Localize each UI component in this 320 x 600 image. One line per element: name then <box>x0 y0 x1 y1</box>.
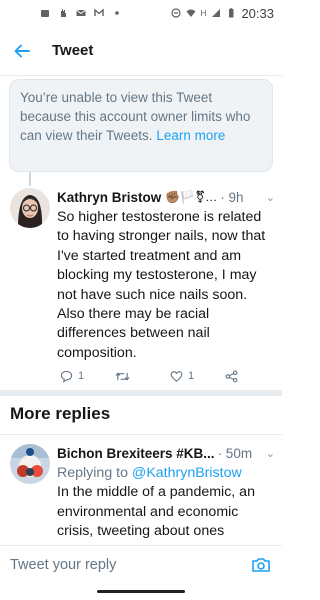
author-name[interactable]: Kathryn Bristow <box>57 190 161 205</box>
app-bar: Tweet <box>0 26 282 76</box>
signal-icon <box>212 9 221 17</box>
divider <box>0 434 282 435</box>
retweet-button[interactable] <box>115 370 135 383</box>
battery-icon <box>229 8 234 18</box>
unavailable-tweet-notice: You’re unable to view this Tweet because… <box>9 79 273 172</box>
tweet-body: Kathryn Bristow ✊🏽🏳️⚧… · 9h ⌄ So higher … <box>57 186 275 363</box>
comment-icon <box>60 370 73 383</box>
tweet-time: · 9h <box>220 189 244 205</box>
wifi-icon <box>186 9 196 17</box>
retweet-icon <box>115 371 130 381</box>
status-bar: H 20:33 <box>0 0 282 26</box>
gmail-icon <box>94 8 104 16</box>
replying-handle-link[interactable]: @KathrynBristow <box>132 465 242 481</box>
tweet-time: · 50m <box>217 445 253 461</box>
mail-icon <box>76 9 86 16</box>
share-icon <box>225 370 238 382</box>
author-emoji: ✊🏽🏳️⚧… <box>165 190 218 204</box>
arrow-left-icon <box>14 44 30 57</box>
share-button[interactable] <box>225 370 238 383</box>
reply-composer <box>0 545 282 583</box>
reply-button[interactable]: 1 <box>60 370 84 383</box>
like-button[interactable]: 1 <box>170 370 194 383</box>
dot-icon <box>115 11 119 15</box>
reply-count: 1 <box>78 370 85 382</box>
notification-icon <box>41 10 49 17</box>
dnd-icon <box>171 8 181 18</box>
like-count: 1 <box>188 370 195 382</box>
clock: 20:33 <box>241 5 274 21</box>
tweet-text: In the middle of a pandemic, an environm… <box>57 484 255 540</box>
camera-icon[interactable] <box>250 554 272 576</box>
replying-to: Replying to @KathrynBristow <box>57 464 275 483</box>
home-gesture-handle[interactable] <box>97 590 185 593</box>
replying-prefix: Replying to <box>57 465 132 481</box>
avatar-image <box>10 188 50 228</box>
avatar[interactable] <box>10 444 50 484</box>
learn-more-link[interactable]: Learn more <box>156 128 225 143</box>
heart-icon <box>170 370 183 382</box>
more-replies-heading: More replies <box>10 404 111 423</box>
avatar[interactable] <box>10 188 50 228</box>
section-divider <box>0 390 282 396</box>
chevron-down-icon[interactable]: ⌄ <box>266 447 275 460</box>
hand-icon <box>61 9 66 17</box>
tweet-actions: 1 1 <box>57 366 257 386</box>
tweet-header: Bichon Brexiteers #KB... · 50m ⌄ <box>57 442 275 464</box>
tweet-body: Bichon Brexiteers #KB... · 50m ⌄ Replyin… <box>57 442 275 542</box>
thread-connector <box>29 172 31 186</box>
chevron-down-icon[interactable]: ⌄ <box>266 191 275 204</box>
system-icons: H 20:33 <box>171 6 274 21</box>
network-type: H <box>200 8 207 18</box>
tweet-header: Kathryn Bristow ✊🏽🏳️⚧… · 9h ⌄ <box>57 186 275 208</box>
notification-icons <box>40 8 122 18</box>
reply-input[interactable] <box>10 556 230 573</box>
back-button[interactable] <box>2 31 42 71</box>
avatar-image <box>10 444 50 484</box>
tweet-text: So higher testosterone is related to hav… <box>57 209 266 361</box>
page-title: Tweet <box>52 42 94 59</box>
author-name[interactable]: Bichon Brexiteers #KB... <box>57 446 215 461</box>
